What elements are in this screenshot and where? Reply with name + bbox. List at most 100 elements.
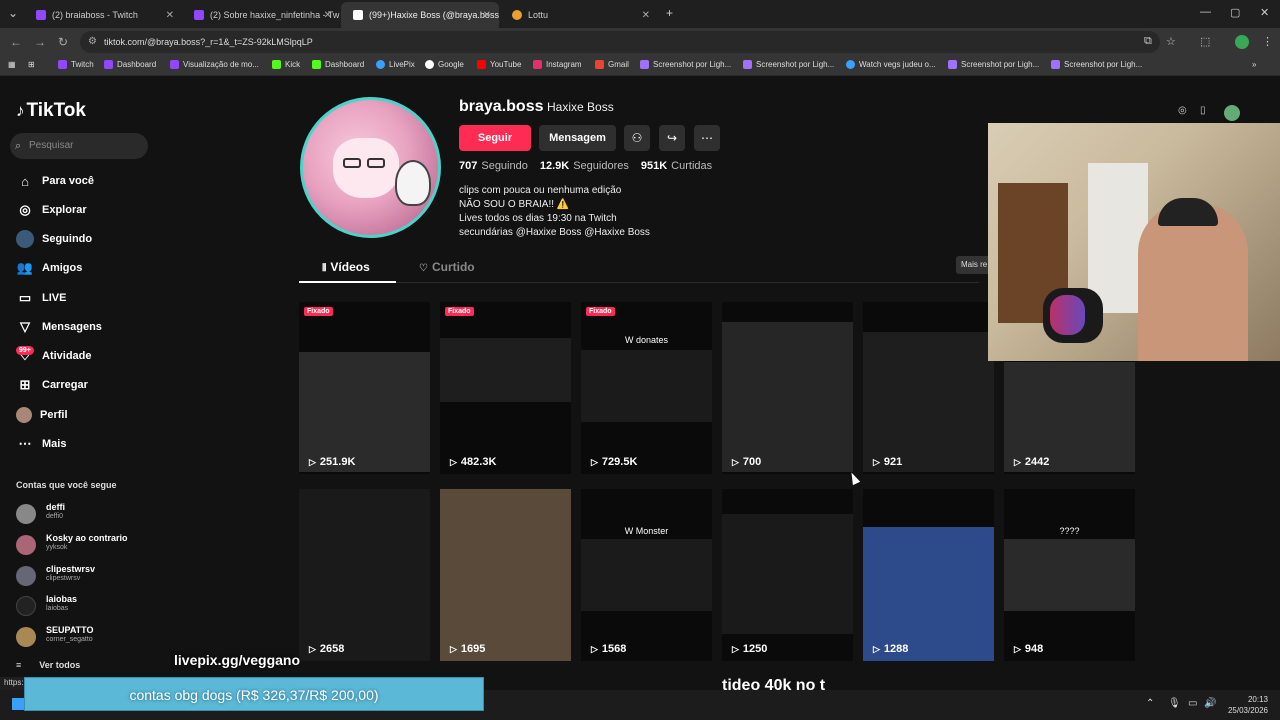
friends-icon: 👥 xyxy=(16,260,34,275)
mic-icon[interactable]: 🎙 xyxy=(1168,698,1181,709)
network-icon[interactable]: ▭ xyxy=(1188,698,1197,709)
bookmark-4[interactable]: Dashboard xyxy=(312,60,364,69)
new-tab-button[interactable]: + xyxy=(666,6,673,20)
bookmark-icon xyxy=(312,60,321,69)
close-tab-icon[interactable]: ✕ xyxy=(166,10,174,21)
likes-stat: 951K Curtidas xyxy=(640,160,713,172)
apps-icon[interactable]: ▦ xyxy=(8,60,16,69)
extensions-icon[interactable]: ⬚ xyxy=(1200,35,1210,48)
add-friend-button[interactable]: ⚇ xyxy=(624,125,650,151)
bookmarks-overflow-icon[interactable]: » xyxy=(1252,60,1256,69)
sidebar-item-following[interactable]: Seguindo xyxy=(16,229,92,249)
avatar xyxy=(16,504,36,524)
forward-icon[interactable]: → xyxy=(34,35,46,49)
url-input[interactable]: ⚙ tiktok.com/@braya.boss?_r=1&_t=ZS-92kL… xyxy=(80,31,1160,53)
followers-stat[interactable]: 12.9K Seguidores xyxy=(540,160,629,172)
user-avatar[interactable] xyxy=(1224,105,1240,121)
browser-tab-4[interactable]: Lottu ✕ xyxy=(500,2,658,28)
video-card-1[interactable]: Fixado ▷ 482.3K xyxy=(440,302,571,474)
tab-videos[interactable]: ⦀ Vídeos xyxy=(322,260,370,274)
coin-icon[interactable]: ◎ xyxy=(1178,105,1187,116)
windows-start-icon[interactable] xyxy=(12,698,24,710)
video-card-6[interactable]: ▷ 2658 xyxy=(299,489,430,661)
message-button[interactable]: Mensagem xyxy=(539,125,616,151)
address-bar-row: ← → ↻ ⚙ tiktok.com/@braya.boss?_r=1&_t=Z… xyxy=(0,28,1280,56)
menu-dots-icon[interactable]: ⋮ xyxy=(1262,35,1273,48)
tiktok-logo[interactable]: ♪ TikTok xyxy=(16,100,86,122)
search-input[interactable]: ⌕ Pesquisar xyxy=(10,133,148,159)
video-card-9[interactable]: ▷ 1250 xyxy=(722,489,853,661)
tab-liked[interactable]: ♡ Curtido xyxy=(419,260,475,274)
sidebar-item-friends[interactable]: 👥 Amigos xyxy=(16,258,82,278)
close-tab-icon[interactable]: ✕ xyxy=(483,10,491,21)
bookmark-6[interactable]: Google xyxy=(425,60,464,69)
video-card-4[interactable]: ▷ 921 xyxy=(863,302,994,474)
bookmark-13[interactable]: Screenshot por Ligh... xyxy=(948,60,1039,69)
tray-chevron-icon[interactable]: ⌃ xyxy=(1146,698,1154,709)
sidebar-item-upload[interactable]: ⊞ Carregar xyxy=(16,375,88,395)
bookmark-2[interactable]: Visualização de mo... xyxy=(170,60,259,69)
compass-icon: ◎ xyxy=(19,202,31,217)
video-card-3[interactable]: ▷ 700 xyxy=(722,302,853,474)
bookmark-7[interactable]: YouTube xyxy=(477,60,521,69)
google-icon xyxy=(425,60,434,69)
bookmark-10[interactable]: Screenshot por Ligh... xyxy=(640,60,731,69)
video-card-8[interactable]: W Monster ▷ 1568 xyxy=(581,489,712,661)
back-icon[interactable]: ← xyxy=(10,35,22,49)
bookmark-3[interactable]: Kick xyxy=(272,60,300,69)
maximize-button[interactable]: ▢ xyxy=(1230,6,1240,19)
close-tab-icon[interactable]: ✕ xyxy=(642,10,650,21)
bookmark-5[interactable]: LivePix xyxy=(376,60,415,69)
video-card-0[interactable]: Fixado ▷ 251.9K xyxy=(299,302,430,474)
video-thumbnail xyxy=(1004,539,1135,611)
volume-icon[interactable]: 🔊 xyxy=(1204,698,1216,709)
pinned-badge: Fixado xyxy=(586,307,615,316)
sidebar-item-explore[interactable]: ◎ Explorar xyxy=(16,200,86,220)
sidebar-item-profile[interactable]: Perfil xyxy=(16,405,68,425)
taskbar-clock[interactable]: 20:13 25/03/2026 xyxy=(1222,694,1268,716)
bookmark-1[interactable]: Dashboard xyxy=(104,60,156,69)
browser-tab-1[interactable]: (2) braiaboss - Twitch ✕ xyxy=(24,2,182,28)
video-thumbnail xyxy=(440,489,571,661)
bookmark-11[interactable]: Screenshot por Ligh... xyxy=(743,60,834,69)
bookmark-8[interactable]: Instagram xyxy=(533,60,582,69)
sidebar-item-live[interactable]: ▭ LIVE xyxy=(16,288,67,308)
video-card-11[interactable]: ???? ▷ 948 xyxy=(1004,489,1135,661)
sidebar-item-for-you[interactable]: ⌂ Para você xyxy=(16,171,94,191)
more-options-button[interactable]: ⋯ xyxy=(694,125,720,151)
scrolling-banner: tideo 40k no t xyxy=(722,677,826,694)
video-thumbnail xyxy=(440,338,571,402)
most-recent-button[interactable]: Mais re xyxy=(956,256,993,274)
view-count: ▷ 700 xyxy=(732,456,762,468)
bookmark-14[interactable]: Screenshot por Ligh... xyxy=(1051,60,1142,69)
close-window-button[interactable]: ✕ xyxy=(1260,6,1269,19)
following-stat[interactable]: 707 Seguindo xyxy=(459,160,528,172)
bookmark-0[interactable]: Twitch xyxy=(58,60,94,69)
install-app-icon[interactable]: ⧉ xyxy=(1144,35,1152,48)
phone-icon[interactable]: ▯ xyxy=(1200,105,1206,116)
browser-profile-avatar[interactable] xyxy=(1235,35,1249,49)
video-card-2[interactable]: W donates Fixado ▷ 729.5K xyxy=(581,302,712,474)
sidebar-item-more[interactable]: ⋯ Mais xyxy=(16,434,67,454)
video-card-10[interactable]: ▷ 1288 xyxy=(863,489,994,661)
follow-button[interactable]: Seguir xyxy=(459,125,531,151)
bookmark-star-icon[interactable]: ☆ xyxy=(1166,35,1176,48)
bookmark-9[interactable]: Gmail xyxy=(595,60,629,69)
browser-tab-2[interactable]: (2) Sobre haxixe_ninfetinha - Tw ✕ xyxy=(182,2,340,28)
minimize-button[interactable]: — xyxy=(1200,6,1211,18)
bookmark-12[interactable]: Watch vegs judeu o... xyxy=(846,60,936,69)
video-card-7[interactable]: ▷ 1695 xyxy=(440,489,571,661)
grid-icon[interactable]: ⊞ xyxy=(28,60,35,69)
see-all-link[interactable]: ≡ Ver todos xyxy=(16,660,98,670)
close-tab-icon[interactable]: ✕ xyxy=(324,10,332,21)
live-icon: ▭ xyxy=(18,290,32,305)
browser-tab-3[interactable]: (99+)Haxixe Boss (@braya.boss ✕ xyxy=(341,2,499,28)
share-button[interactable]: ↪ xyxy=(659,125,685,151)
active-tab-indicator xyxy=(299,281,396,283)
reload-icon[interactable]: ↻ xyxy=(58,35,68,49)
site-info-icon[interactable]: ⚙ xyxy=(88,31,97,53)
play-icon: ▷ xyxy=(1014,456,1021,467)
tab-list-button[interactable]: ⌄ xyxy=(8,6,18,20)
pen-icon xyxy=(640,60,649,69)
sidebar-item-messages[interactable]: ▽ Mensagens xyxy=(16,317,102,337)
